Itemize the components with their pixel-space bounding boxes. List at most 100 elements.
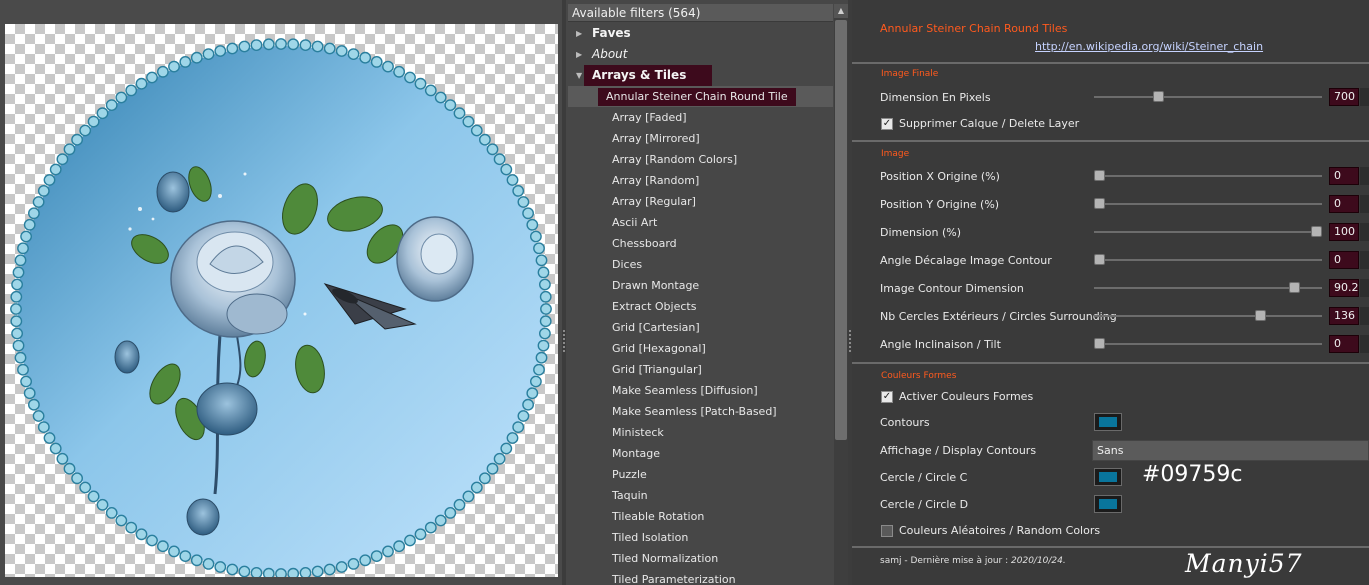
filter-item[interactable]: Array [Regular] [568,191,833,212]
spinner[interactable] [1360,335,1369,353]
contour-dimension-value[interactable]: 90.2 [1329,279,1359,297]
tilt-label: Angle Inclinaison / Tilt [880,338,1001,351]
slider-handle[interactable] [1094,198,1105,209]
expand-arrow-icon[interactable]: ▶ [576,44,582,65]
filter-item[interactable]: Tiled Parameterization [568,569,833,585]
collapse-arrow-icon[interactable]: ▼ [576,65,582,86]
reference-link[interactable]: http://en.wikipedia.org/wiki/Steiner_cha… [1035,40,1263,53]
dimension-pct-label: Dimension (%) [880,226,962,239]
spinner[interactable] [1360,251,1369,269]
dimension-pixels-slider[interactable] [1094,91,1322,102]
spinner[interactable] [1360,223,1369,241]
filter-item[interactable]: Montage [568,443,833,464]
spinner[interactable] [1360,307,1369,325]
filter-item-label: Annular Steiner Chain Round Tile [598,88,796,106]
position-x-value[interactable]: 0 [1329,167,1359,185]
slider-handle[interactable] [1289,282,1301,293]
circle-c-label: Cercle / Circle C [880,471,968,484]
random-colors-label: Couleurs Aléatoires / Random Colors [899,524,1101,537]
circles-surrounding-value[interactable]: 136 [1329,307,1359,325]
separator [852,362,1369,364]
dimension-pct-slider[interactable] [1094,226,1322,237]
section-image-finale: Image Finale [881,69,939,79]
preview-canvas[interactable] [5,24,558,577]
scrollbar-thumb[interactable] [835,20,847,440]
position-x-slider[interactable] [1094,170,1322,181]
slider-handle[interactable] [1254,310,1266,321]
filter-item[interactable]: Array [Random Colors] [568,149,833,170]
slider-handle[interactable] [1311,226,1322,237]
filter-item-label: Make Seamless [Diffusion] [612,384,758,397]
filter-item-label: Array [Regular] [612,195,696,208]
tilt-value[interactable]: 0 [1329,335,1359,353]
filter-item[interactable]: Tiled Isolation [568,527,833,548]
scroll-up-icon[interactable]: ▲ [834,4,848,18]
random-colors-checkbox[interactable] [881,525,893,537]
position-y-slider[interactable] [1094,198,1322,209]
category-about[interactable]: ▶ About [568,44,833,65]
filter-item[interactable]: Array [Mirrored] [568,128,833,149]
filter-item[interactable]: Drawn Montage [568,275,833,296]
category-label: Faves [592,26,631,40]
filter-item[interactable]: Puzzle [568,464,833,485]
filter-item[interactable]: Make Seamless [Patch-Based] [568,401,833,422]
filter-item[interactable]: Grid [Triangular] [568,359,833,380]
activate-colors-checkbox[interactable]: ✓ [881,391,893,403]
spinner[interactable] [1360,195,1369,213]
circle-c-color-button[interactable] [1094,468,1122,486]
footer-date: 2020/10/24. [1011,556,1066,566]
filter-item[interactable]: Dices [568,254,833,275]
filter-item-label: Ministeck [612,426,664,439]
filter-item-label: Grid [Hexagonal] [612,342,706,355]
separator [852,62,1369,64]
preview-image [10,38,552,577]
dimension-pixels-value[interactable]: 700 [1329,88,1359,106]
filter-item-label: Array [Mirrored] [612,132,700,145]
filter-item[interactable]: Chessboard [568,233,833,254]
slider-handle[interactable] [1094,170,1105,181]
color-swatch [1099,417,1117,427]
filter-item[interactable]: Ministeck [568,422,833,443]
angle-offset-value[interactable]: 0 [1329,251,1359,269]
spinner[interactable] [1360,279,1369,297]
angle-offset-slider[interactable] [1094,254,1322,265]
splitter-left[interactable] [562,0,566,585]
position-y-value[interactable]: 0 [1329,195,1359,213]
delete-layer-checkbox[interactable]: ✓ [881,118,893,130]
filter-item[interactable]: Make Seamless [Diffusion] [568,380,833,401]
tilt-slider[interactable] [1094,338,1322,349]
slider-handle[interactable] [1094,254,1105,265]
filter-item[interactable]: Ascii Art [568,212,833,233]
category-faves[interactable]: ▶ Faves [568,23,833,44]
filter-item-label: Montage [612,447,660,460]
spinner[interactable] [1360,88,1369,106]
filter-item[interactable]: Grid [Cartesian] [568,317,833,338]
filter-item[interactable]: Annular Steiner Chain Round Tile [568,86,833,107]
display-contours-select[interactable]: Sans [1092,440,1369,461]
separator [852,546,1369,548]
filter-item[interactable]: Array [Random] [568,170,833,191]
filter-item-label: Array [Random] [612,174,700,187]
filter-item[interactable]: Array [Faded] [568,107,833,128]
filter-item[interactable]: Grid [Hexagonal] [568,338,833,359]
filter-item[interactable]: Tileable Rotation [568,506,833,527]
filter-scrollbar[interactable]: ▲ [834,4,848,585]
preview-pane [0,0,566,585]
filter-item[interactable]: Tiled Normalization [568,548,833,569]
category-arrays-tiles[interactable]: ▼ Arrays & Tiles [568,65,833,86]
filter-item[interactable]: Extract Objects [568,296,833,317]
circles-surrounding-slider[interactable] [1094,310,1322,321]
dimension-pct-value[interactable]: 100 [1329,223,1359,241]
filter-item[interactable]: Taquin [568,485,833,506]
delete-layer-label: Supprimer Calque / Delete Layer [899,117,1080,130]
spinner[interactable] [1360,167,1369,185]
contour-dimension-slider[interactable] [1094,282,1322,293]
circle-d-color-button[interactable] [1094,495,1122,513]
slider-handle[interactable] [1152,91,1164,102]
filter-title: Annular Steiner Chain Round Tiles [880,22,1068,35]
expand-arrow-icon[interactable]: ▶ [576,23,582,44]
slider-handle[interactable] [1094,338,1105,349]
circle-c-hex-annotation: #09759c [1142,462,1243,487]
contours-color-button[interactable] [1094,413,1122,431]
filter-item-label: Drawn Montage [612,279,700,292]
